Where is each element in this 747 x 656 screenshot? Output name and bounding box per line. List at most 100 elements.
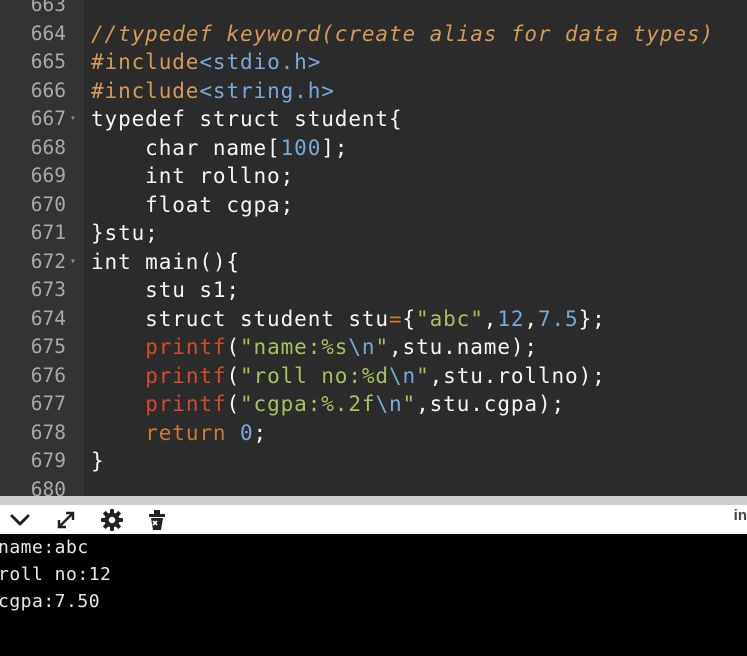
expand-icon[interactable] xyxy=(54,508,78,532)
code-token: 12 xyxy=(497,306,525,331)
code-token: int main(){ xyxy=(91,249,240,274)
code-token: "roll no:%d xyxy=(240,363,389,388)
code-text: printf("roll no:%d\n",stu.rollno); xyxy=(91,362,606,391)
code-text: stu s1; xyxy=(91,276,240,305)
code-token: return xyxy=(145,420,227,445)
code-line[interactable]: 676 printf("roll no:%d\n",stu.rollno); xyxy=(0,362,747,391)
code-token: #include xyxy=(91,78,200,103)
code-token: 0 xyxy=(240,420,254,445)
line-number: 666 xyxy=(30,78,66,102)
code-line[interactable]: 674 struct student stu={"abc",12,7.5}; xyxy=(0,305,747,334)
clear-console-icon[interactable] xyxy=(145,508,169,532)
line-number: 673 xyxy=(30,278,66,301)
console-line: cgpa:7.50 xyxy=(0,591,101,612)
code-line[interactable]: 665 #include<stdio.h> xyxy=(0,48,747,77)
code-token: " xyxy=(375,335,389,359)
code-line[interactable]: 673 stu s1; xyxy=(0,276,747,305)
line-number: 663 xyxy=(30,0,66,16)
code-token: //typedef keyword(create alias for data … xyxy=(91,21,714,46)
code-line[interactable]: 679} xyxy=(0,447,747,476)
code-text: return 0; xyxy=(91,419,267,448)
code-line[interactable]: 670 float cgpa; xyxy=(0,191,747,220)
code-token: printf xyxy=(145,392,227,416)
code-token: ( xyxy=(226,335,240,359)
code-line[interactable]: 668 char name[100]; xyxy=(0,134,747,163)
code-text: #include<string.h> xyxy=(91,77,335,106)
chevron-down-icon[interactable] xyxy=(8,508,32,532)
code-text: float cgpa; xyxy=(91,191,294,220)
code-token: , xyxy=(524,306,538,331)
code-token: = xyxy=(388,306,403,331)
line-number: 672 xyxy=(30,249,66,273)
console-output: name:abc roll no:12 cgpa:7.50 xyxy=(0,534,747,656)
code-token: printf xyxy=(145,335,227,359)
code-token: 100 xyxy=(280,135,322,160)
line-number: 671 xyxy=(30,221,66,244)
code-line[interactable]: 663 xyxy=(0,0,747,20)
panel-resize-handle[interactable] xyxy=(0,496,747,505)
code-line[interactable]: 666 #include<string.h> xyxy=(0,77,747,106)
code-text: #include<stdio.h> xyxy=(91,48,321,77)
code-line[interactable]: 677 printf("cgpa:%.2f\n",stu.cgpa); xyxy=(0,390,747,419)
code-token: typedef struct student{ xyxy=(91,107,403,131)
code-token: }; xyxy=(578,306,606,331)
code-token: } xyxy=(91,449,105,473)
code-text: struct student stu={"abc",12,7.5}; xyxy=(91,305,606,334)
code-token: "cgpa:%.2f xyxy=(240,392,376,416)
code-token: " xyxy=(402,392,417,416)
code-line[interactable]: 667 ▾ typedef struct student{ xyxy=(0,105,747,134)
code-token: <string.h> xyxy=(199,78,335,103)
console-toolbar: in xyxy=(0,505,747,534)
code-token: <stdio.h> xyxy=(199,50,322,74)
code-token: ( xyxy=(226,392,240,416)
code-editor[interactable]: 663 664 //typedef keyword(create alias for… xyxy=(0,0,747,496)
code-token: stu s1; xyxy=(91,278,240,302)
code-token: }stu; xyxy=(91,221,159,245)
code-token: ( xyxy=(226,363,240,388)
toolbar-right-label[interactable]: in xyxy=(734,507,747,524)
fold-arrow-icon[interactable]: ▾ xyxy=(70,105,76,134)
code-token: char name[ xyxy=(91,135,281,160)
code-token: "name:%s xyxy=(240,335,349,359)
code-token: { xyxy=(402,306,417,331)
code-token: int rollno; xyxy=(91,164,295,188)
code-text: char name[100]; xyxy=(91,134,348,163)
line-number: 664 xyxy=(30,21,66,45)
code-token: \n xyxy=(388,363,417,388)
code-token: #include xyxy=(91,50,200,74)
code-token: 7.5 xyxy=(537,306,579,331)
code-line[interactable]: 678 return 0; xyxy=(0,419,747,448)
line-number: 668 xyxy=(30,135,66,159)
code-text: printf("cgpa:%.2f\n",stu.cgpa); xyxy=(91,390,565,419)
gear-icon[interactable] xyxy=(100,508,124,532)
console-line: roll no:12 xyxy=(0,564,112,585)
code-token: " xyxy=(416,363,430,388)
code-line[interactable]: 672 ▾ int main(){ xyxy=(0,248,747,277)
code-token: ,stu.name); xyxy=(389,335,538,359)
code-line[interactable]: 680 xyxy=(0,476,747,497)
fold-arrow-icon[interactable]: ▾ xyxy=(70,248,76,277)
code-token: ]; xyxy=(321,135,349,160)
code-token: float cgpa; xyxy=(91,192,295,217)
line-number: 678 xyxy=(30,420,66,444)
code-line[interactable]: 669 int rollno; xyxy=(0,162,747,191)
code-token: , xyxy=(483,306,498,331)
code-token: \n xyxy=(348,335,376,359)
code-text: printf("name:%s\n",stu.name); xyxy=(91,333,538,362)
code-line[interactable]: 671 }stu; xyxy=(0,219,747,248)
code-token: printf xyxy=(145,363,227,388)
code-token: ; xyxy=(253,420,268,445)
line-number: 677 xyxy=(30,392,66,415)
code-line[interactable]: 675 printf("name:%s\n",stu.name); xyxy=(0,333,747,362)
line-number: 665 xyxy=(30,50,66,73)
code-text: }stu; xyxy=(91,219,159,248)
code-line[interactable]: 664 //typedef keyword(create alias for da… xyxy=(0,20,747,49)
code-token: ,stu.rollno); xyxy=(429,363,606,388)
line-number: 669 xyxy=(30,164,66,187)
line-number: 676 xyxy=(30,363,66,387)
